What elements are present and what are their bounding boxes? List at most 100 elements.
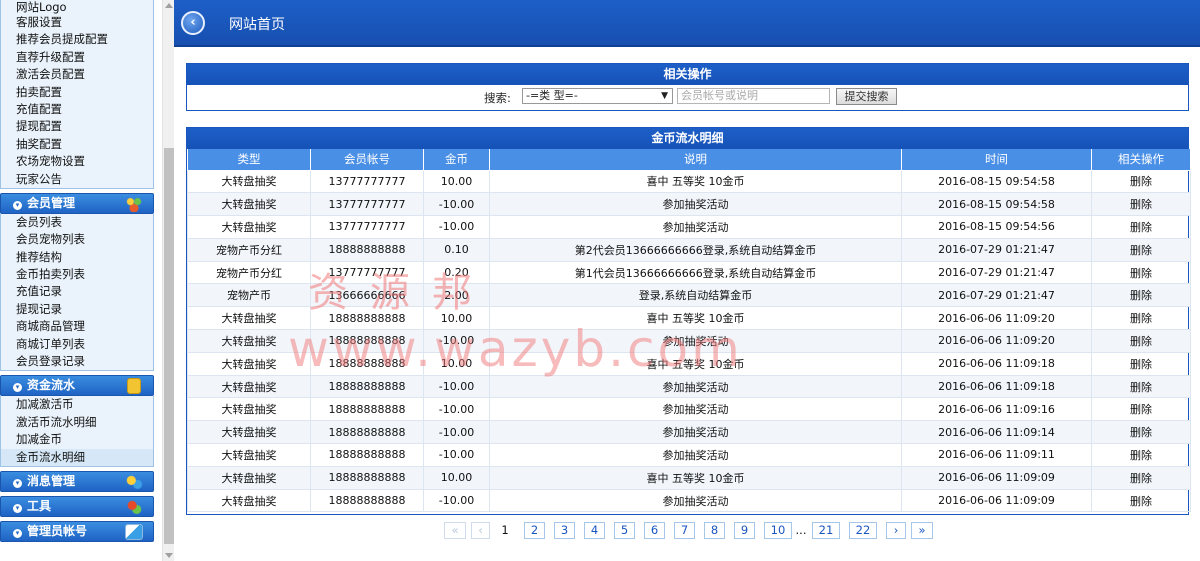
table-cell: 18888888888 — [310, 306, 424, 331]
delete-link[interactable]: 删除 — [1091, 306, 1191, 331]
delete-link[interactable]: 删除 — [1091, 374, 1191, 399]
table-row: 大转盘抽奖 18888888888 10.00 喜中 五等奖 10金币 2016-06-… — [187, 351, 1191, 376]
page-button[interactable]: 9 — [734, 522, 755, 539]
table-row: 大转盘抽奖 18888888888 -10.00 参加抽奖活动 2016-06-06 1… — [187, 329, 1191, 353]
table-cell: 喜中 五等奖 10金币 — [489, 465, 902, 490]
prev-page-button[interactable]: ‹ — [471, 522, 490, 539]
table-cell: 18888888888 — [310, 351, 424, 376]
sidebar-item[interactable]: 提现配置 — [0, 118, 154, 136]
delete-link[interactable]: 删除 — [1091, 329, 1191, 353]
table-cell: 2016-07-29 01:21:47 — [901, 237, 1092, 262]
table-row: 大转盘抽奖 18888888888 -10.00 参加抽奖活动 2016-06-06 1… — [187, 397, 1191, 422]
expand-dot-icon: ▾ — [13, 503, 22, 513]
sidebar-item[interactable]: 金币流水明细 — [0, 448, 154, 466]
search-row: 搜索: -=类 型=- ▼ 会员帐号或说明 提交搜索 — [187, 85, 1188, 110]
delete-link[interactable]: 删除 — [1091, 420, 1191, 445]
delete-link[interactable]: 删除 — [1091, 283, 1191, 308]
sidebar-item[interactable]: 商城订单列表 — [0, 335, 154, 354]
sidebar-item[interactable]: 玩家公告 — [0, 170, 154, 188]
sidebar-group-messages[interactable]: ▾ 消息管理 — [0, 470, 154, 492]
delete-link[interactable]: 删除 — [1091, 351, 1191, 376]
table-row: 大转盘抽奖 13777777777 -10.00 参加抽奖活动 2016-08-15 0… — [187, 215, 1191, 239]
sidebar-item[interactable]: 激活会员配置 — [0, 66, 154, 84]
page-button[interactable]: 10 — [764, 522, 792, 539]
sidebar-item[interactable]: 充值记录 — [0, 283, 154, 301]
delete-link[interactable]: 删除 — [1091, 169, 1191, 194]
page-button[interactable]: 3 — [554, 522, 575, 539]
delete-link[interactable]: 删除 — [1091, 443, 1191, 467]
column-header: 相关操作 — [1091, 149, 1191, 171]
table-cell: 大转盘抽奖 — [187, 443, 311, 467]
table-row: 宠物产币分红 18888888888 0.10 第2代会员13666666666登录,… — [187, 237, 1191, 262]
sidebar-item[interactable]: 直荐升级配置 — [0, 48, 154, 67]
next-page-button[interactable]: › — [886, 522, 906, 539]
sidebar-group-admin[interactable]: ▾ 管理员帐号 — [0, 520, 154, 542]
back-button[interactable]: ‹ — [181, 11, 205, 35]
table-row: 大转盘抽奖 13777777777 -10.00 参加抽奖活动 2016-08-15 0… — [187, 192, 1191, 217]
type-select-value: -=类 型=- — [526, 89, 578, 102]
table-cell: 第2代会员13666666666登录,系统自动结算金币 — [489, 237, 902, 262]
sidebar-item[interactable]: 激活币流水明细 — [0, 413, 154, 432]
table-cell: 大转盘抽奖 — [187, 397, 311, 422]
sidebar-item[interactable]: 充值配置 — [0, 100, 154, 119]
page-button[interactable]: 4 — [584, 522, 605, 539]
sidebar-item[interactable]: 推荐会员提成配置 — [0, 31, 154, 49]
sidebar-item[interactable]: 客服设置 — [0, 14, 154, 32]
column-header: 类型 — [187, 149, 311, 171]
sidebar-item[interactable]: 会员宠物列表 — [0, 231, 154, 249]
search-panel: 相关操作 搜索: -=类 型=- ▼ 会员帐号或说明 提交搜索 — [186, 63, 1189, 111]
table-cell: -10.00 — [423, 488, 490, 513]
delete-link[interactable]: 删除 — [1091, 260, 1191, 285]
delete-link[interactable]: 删除 — [1091, 465, 1191, 490]
delete-link[interactable]: 删除 — [1091, 192, 1191, 217]
sidebar-scrollbar[interactable] — [162, 0, 174, 561]
table-row: 大转盘抽奖 18888888888 -10.00 参加抽奖活动 2016-06-06 1… — [187, 488, 1191, 513]
type-select[interactable]: -=类 型=- ▼ — [522, 88, 673, 104]
delete-link[interactable]: 删除 — [1091, 397, 1191, 422]
scroll-up-icon[interactable] — [165, 3, 173, 8]
table-cell: 2016-06-06 11:09:09 — [901, 465, 1092, 490]
sidebar-item[interactable]: 商城商品管理 — [0, 318, 154, 336]
first-page-button[interactable]: « — [444, 522, 466, 539]
table-cell: 参加抽奖活动 — [489, 420, 902, 445]
table-cell: 参加抽奖活动 — [489, 488, 902, 513]
sidebar-item[interactable]: 金币拍卖列表 — [0, 266, 154, 284]
table-cell: 13666666666 — [310, 283, 424, 308]
sidebar-item[interactable]: 会员列表 — [0, 213, 154, 232]
sidebar-item[interactable]: 加减激活币 — [0, 396, 154, 414]
expand-dot-icon: ▾ — [13, 200, 22, 210]
page-button[interactable]: 8 — [704, 522, 725, 539]
page-button[interactable]: 7 — [674, 522, 695, 539]
sidebar-group-tools[interactable]: ▾ 工具 — [0, 495, 154, 517]
page-button[interactable]: 22 — [849, 522, 877, 539]
page-button[interactable]: 21 — [812, 522, 840, 539]
page-button[interactable]: 6 — [644, 522, 665, 539]
sidebar-item[interactable]: 抽奖配置 — [0, 135, 154, 154]
table-cell: 2016-06-06 11:09:16 — [901, 397, 1092, 422]
table-cell: 大转盘抽奖 — [187, 192, 311, 217]
page-button[interactable]: 2 — [524, 522, 545, 539]
sidebar-item[interactable]: 加减金币 — [0, 431, 154, 449]
sidebar-group-funds[interactable]: ▾ 资金流水 — [0, 375, 154, 397]
delete-link[interactable]: 删除 — [1091, 237, 1191, 262]
main-content: 相关操作 搜索: -=类 型=- ▼ 会员帐号或说明 提交搜索 金币流水明细 类… — [174, 47, 1200, 561]
sidebar-item[interactable]: 农场宠物设置 — [0, 153, 154, 171]
table-cell: 宠物产币分红 — [187, 237, 311, 262]
sidebar-item[interactable]: 网站Logo — [0, 0, 154, 14]
sidebar-item[interactable]: 推荐结构 — [0, 248, 154, 267]
scroll-down-icon[interactable] — [165, 553, 173, 558]
coin-flow-panel: 金币流水明细 类型 会员帐号 金币 说明 时间 相关操作 大转盘抽奖 13777777777… — [186, 127, 1191, 515]
sidebar-group-member[interactable]: ▾ 会员管理 — [0, 192, 154, 214]
delete-link[interactable]: 删除 — [1091, 215, 1191, 239]
sidebar-item[interactable]: 拍卖配置 — [0, 83, 154, 101]
search-input[interactable]: 会员帐号或说明 — [677, 88, 830, 104]
sidebar-group-title: 会员管理 — [27, 195, 76, 210]
sidebar-item[interactable]: 提现记录 — [0, 300, 154, 319]
page-button[interactable]: 5 — [614, 522, 635, 539]
scrollbar-thumb[interactable] — [164, 148, 174, 544]
sidebar-item[interactable]: 会员登录记录 — [0, 353, 154, 371]
delete-link[interactable]: 删除 — [1091, 488, 1191, 513]
sidebar-group-title: 资金流水 — [27, 378, 76, 393]
last-page-button[interactable]: » — [911, 522, 933, 539]
search-submit-button[interactable]: 提交搜索 — [836, 88, 897, 105]
